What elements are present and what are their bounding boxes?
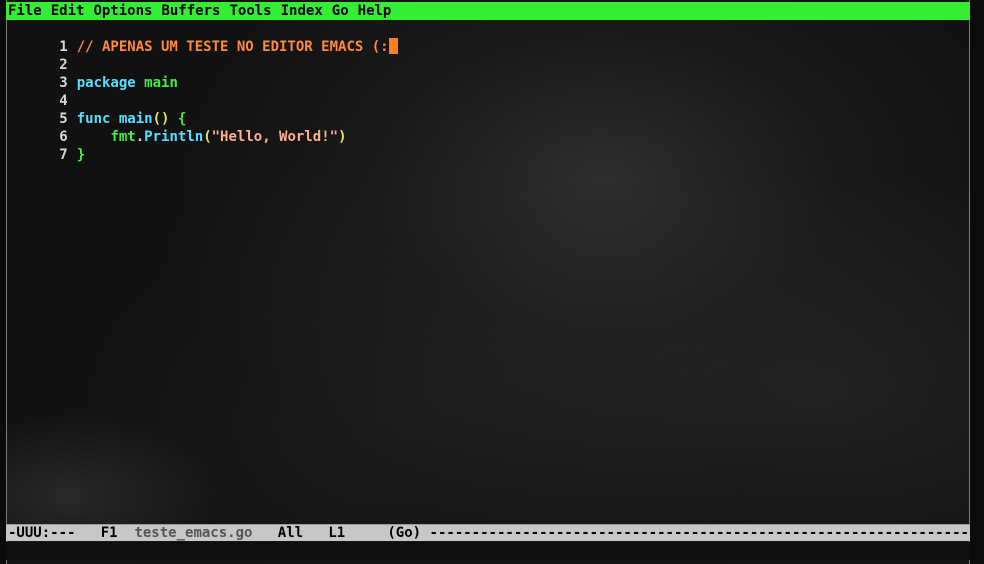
string-literal: "Hello, World!" [211, 129, 339, 145]
package-ref: fmt [110, 129, 136, 145]
comment-text: // APENAS UM TESTE NO EDITOR EMACS (: [76, 39, 389, 55]
modeline-frame: F1 [100, 525, 118, 541]
code-line-3[interactable]: 3 package main [7, 56, 178, 91]
code-line-1[interactable]: 1// APENAS UM TESTE NO EDITOR EMACS (: [7, 20, 398, 55]
code-line-6[interactable]: 6 fmt.Println("Hello, World!") [7, 110, 346, 145]
line-number: 7 [59, 147, 68, 163]
menu-options[interactable]: Options [93, 2, 152, 20]
window-edge [970, 0, 984, 564]
code-line-4[interactable]: 4 [7, 74, 77, 109]
mode-line: -UUU:--- F1 teste_emacs.go All L1 (Go) -… [6, 524, 970, 541]
keyword-package: package [76, 75, 136, 91]
code-line-7[interactable]: 7} [7, 128, 85, 163]
modeline-position: All [277, 525, 304, 541]
close-brace: } [76, 147, 86, 163]
modeline-major-mode[interactable]: (Go) [387, 525, 421, 541]
menu-edit[interactable]: Edit [51, 2, 85, 20]
modeline-dashes: ----------------------------------------… [429, 525, 970, 541]
modeline-buffer-name[interactable]: teste_emacs.go [134, 525, 252, 541]
menu-buffers[interactable]: Buffers [161, 2, 220, 20]
minibuffer[interactable] [6, 542, 970, 560]
menu-tools[interactable]: Tools [229, 2, 271, 20]
menu-bar: File Edit Options Buffers Tools Index Go… [6, 2, 970, 20]
code-line-2[interactable]: 2 [7, 38, 77, 73]
dot: . [135, 129, 145, 145]
call-name: Println [144, 129, 204, 145]
text-cursor [388, 38, 398, 54]
menu-index[interactable]: Index [281, 2, 323, 20]
modeline-line: L1 [328, 525, 346, 541]
package-name: main [144, 75, 178, 91]
code-line-5[interactable]: 5 func main() { [7, 92, 186, 127]
open-paren: ( [203, 129, 212, 145]
menu-file[interactable]: File [8, 2, 42, 20]
modeline-status: -UUU:--- [8, 525, 76, 541]
menu-help[interactable]: Help [358, 2, 392, 20]
menu-go[interactable]: Go [332, 2, 349, 20]
close-paren: ) [338, 129, 347, 145]
editor-buffer[interactable]: 1// APENAS UM TESTE NO EDITOR EMACS (: 2… [7, 20, 969, 522]
